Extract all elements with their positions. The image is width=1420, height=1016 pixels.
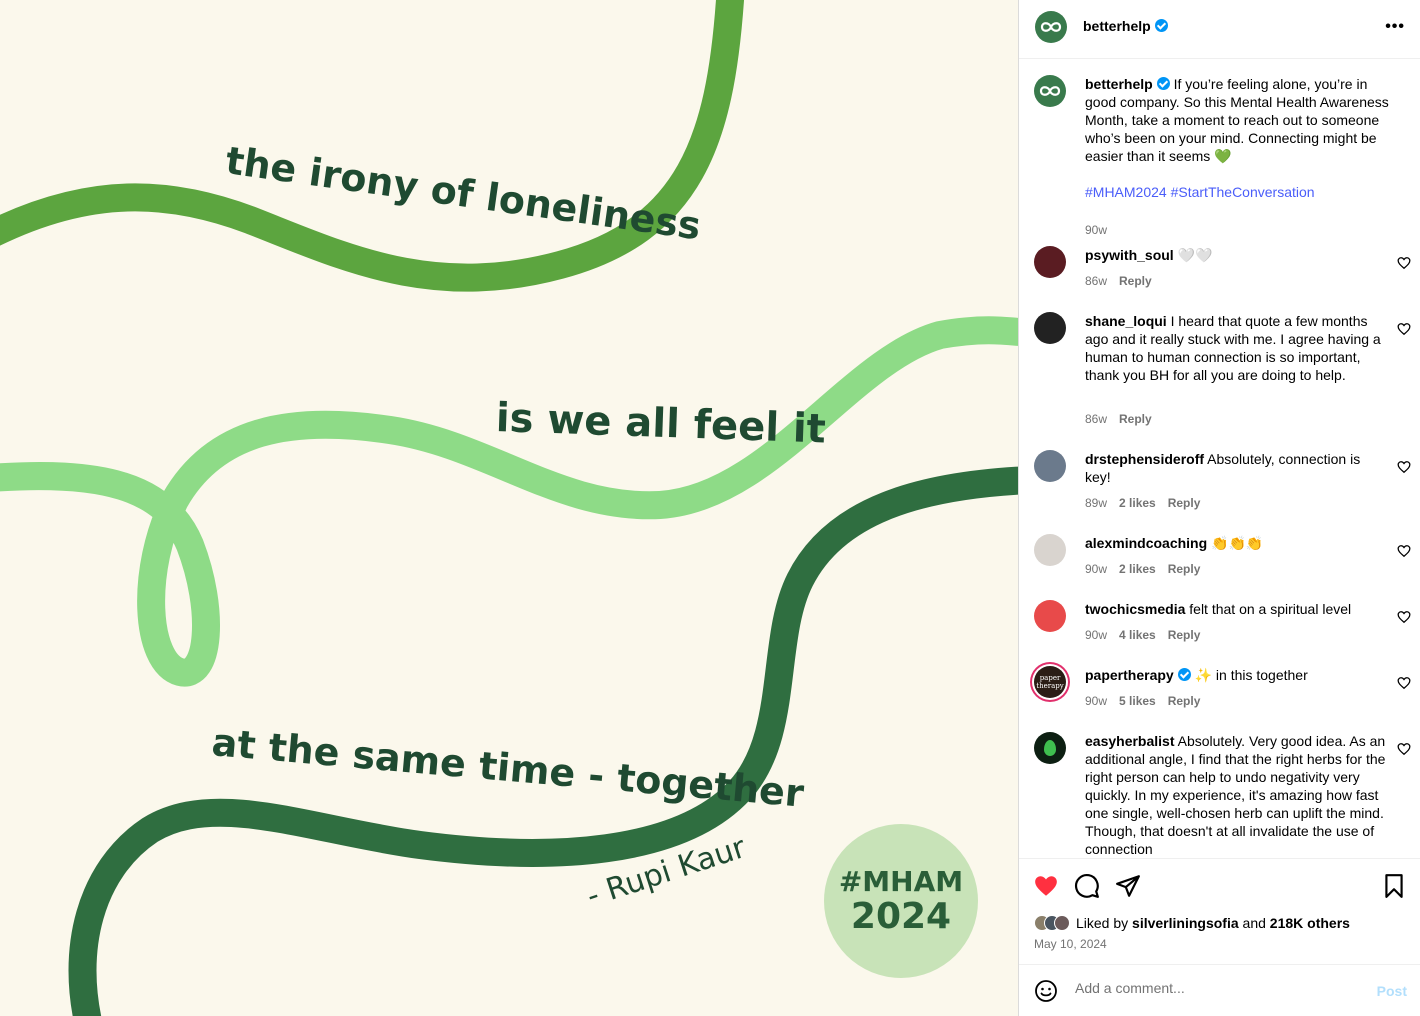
comments-scroll-area[interactable]: betterhelp If you’re feeling alone, you’… (1019, 60, 1420, 858)
comment-meta: 89w 2 likes Reply (1085, 496, 1200, 510)
like-comment-heart-icon[interactable] (1397, 256, 1411, 270)
comment-icon[interactable] (1074, 873, 1100, 899)
comment-time: 90w (1085, 694, 1108, 708)
comment-text: Absolutely. Very good idea. As an additi… (1085, 733, 1386, 857)
comment-likes[interactable]: 2 likes (1119, 496, 1156, 510)
comment-likes[interactable]: 2 likes (1119, 562, 1156, 576)
comment-meta: 90w 5 likes Reply (1085, 694, 1200, 708)
caption-meta: 90w (1085, 223, 1119, 237)
comment-username[interactable]: drstephensideroff (1085, 451, 1204, 467)
mham-badge: #MHAM 2024 (824, 824, 978, 978)
caption-body: betterhelp If you’re feeling alone, you’… (1085, 75, 1389, 201)
comment-body: drstephensideroff Absolutely, connection… (1085, 450, 1389, 486)
comment-username[interactable]: twochicsmedia (1085, 601, 1185, 617)
comment-time: 90w (1085, 628, 1108, 642)
easyherbalist-avatar[interactable] (1034, 732, 1066, 764)
reply-button[interactable]: Reply (1119, 412, 1152, 426)
reply-button[interactable]: Reply (1168, 694, 1201, 708)
papertherapy-avatar-text: paper therapy (1036, 674, 1064, 690)
instagram-post-view: the irony of loneliness is we all feel i… (0, 0, 1420, 1016)
comment-body: alexmindcoaching 👏👏👏 (1085, 534, 1389, 552)
post-side-panel: betterhelp ••• betterhelp If you’re feel… (1018, 0, 1420, 1016)
comment-text: 👏👏👏 (1211, 535, 1264, 551)
comment-body: twochicsmedia felt that on a spiritual l… (1085, 600, 1389, 618)
comment-time: 86w (1085, 274, 1108, 288)
caption-username[interactable]: betterhelp (1085, 76, 1153, 92)
post-image[interactable]: the irony of loneliness is we all feel i… (0, 0, 1018, 1016)
comment-username[interactable]: psywith_soul (1085, 247, 1174, 263)
alexmindcoaching-avatar[interactable] (1034, 534, 1066, 566)
comment-username[interactable]: alexmindcoaching (1085, 535, 1207, 551)
save-bookmark-icon[interactable] (1381, 873, 1407, 899)
add-comment-input[interactable] (1075, 980, 1355, 996)
verified-badge-icon (1156, 77, 1170, 90)
comment-username[interactable]: easyherbalist (1085, 733, 1175, 749)
like-comment-heart-icon[interactable] (1397, 544, 1411, 558)
more-options-icon[interactable]: ••• (1385, 18, 1405, 36)
post-comment-button[interactable]: Post (1377, 983, 1407, 999)
comment-text: felt that on a spiritual level (1189, 601, 1352, 617)
comment-username[interactable]: papertherapy (1085, 667, 1174, 683)
papertherapy-avatar[interactable]: paper therapy (1034, 666, 1066, 698)
comment-body: papertherapy ✨ in this together (1085, 666, 1389, 684)
comment-username[interactable]: shane_loqui (1085, 313, 1167, 329)
post-actions: Liked by silverliningsofia and 218K othe… (1019, 858, 1420, 964)
leaf-icon (1044, 740, 1056, 756)
drstephensideroff-avatar[interactable] (1034, 450, 1066, 482)
liker-avatar[interactable] (1054, 915, 1070, 931)
comment-meta: 90w 2 likes Reply (1085, 562, 1200, 576)
comment-time: 90w (1085, 562, 1108, 576)
comment-text: 🤍🤍 (1177, 247, 1213, 263)
likes-count[interactable]: 218K others (1270, 915, 1350, 931)
betterhelp-avatar[interactable] (1035, 11, 1067, 43)
comment-likes[interactable]: 4 likes (1119, 628, 1156, 642)
caption-avatar[interactable] (1034, 75, 1066, 107)
comment-body: easyherbalist Absolutely. Very good idea… (1085, 732, 1389, 858)
like-comment-heart-icon[interactable] (1397, 742, 1411, 756)
comment-body: psywith_soul 🤍🤍 (1085, 246, 1389, 264)
badge-hashtag: #MHAM (838, 865, 964, 898)
like-comment-heart-icon[interactable] (1397, 460, 1411, 474)
likes-summary: Liked by silverliningsofia and 218K othe… (1034, 915, 1350, 931)
twochicsmedia-avatar[interactable] (1034, 600, 1066, 632)
verified-badge-icon (1154, 19, 1168, 32)
header-username-text[interactable]: betterhelp (1083, 18, 1151, 34)
comment-likes[interactable]: 5 likes (1119, 694, 1156, 708)
emoji-picker-icon[interactable] (1034, 979, 1058, 1003)
betterhelp-logo-icon (1039, 86, 1061, 96)
badge-year: 2024 (850, 896, 952, 937)
reply-button[interactable]: Reply (1168, 496, 1201, 510)
comment-time: 89w (1085, 496, 1108, 510)
post-date[interactable]: May 10, 2024 (1034, 937, 1107, 951)
comment-text: ✨ in this together (1194, 667, 1308, 683)
header-username[interactable]: betterhelp (1083, 18, 1168, 34)
post-header: betterhelp ••• (1019, 0, 1420, 59)
comment-meta: 86w Reply (1085, 412, 1152, 426)
share-icon[interactable] (1115, 873, 1141, 899)
betterhelp-logo-icon (1040, 22, 1062, 32)
likes-text: Liked by silverliningsofia and 218K othe… (1076, 915, 1350, 931)
reply-button[interactable]: Reply (1119, 274, 1152, 288)
comment-body: shane_loqui I heard that quote a few mon… (1085, 312, 1389, 384)
like-heart-filled-icon[interactable] (1033, 873, 1059, 899)
caption-hashtags[interactable]: #MHAM2024 #StartTheConversation (1085, 184, 1315, 200)
like-comment-heart-icon[interactable] (1397, 322, 1411, 336)
like-comment-heart-icon[interactable] (1397, 610, 1411, 624)
reply-button[interactable]: Reply (1168, 628, 1201, 642)
shane-loqui-avatar[interactable] (1034, 312, 1066, 344)
comment-meta: 90w 4 likes Reply (1085, 628, 1200, 642)
comment-time: 86w (1085, 412, 1108, 426)
verified-badge-icon (1177, 668, 1191, 681)
comment-meta: 86w Reply (1085, 274, 1152, 288)
reply-button[interactable]: Reply (1168, 562, 1201, 576)
add-comment-bar: Post (1019, 964, 1420, 1016)
psywith-soul-avatar[interactable] (1034, 246, 1066, 278)
likes-mid: and (1238, 915, 1270, 931)
liker-username[interactable]: silverliningsofia (1132, 915, 1239, 931)
likes-prefix: Liked by (1076, 915, 1133, 931)
caption-time: 90w (1085, 223, 1108, 237)
like-comment-heart-icon[interactable] (1397, 676, 1411, 690)
